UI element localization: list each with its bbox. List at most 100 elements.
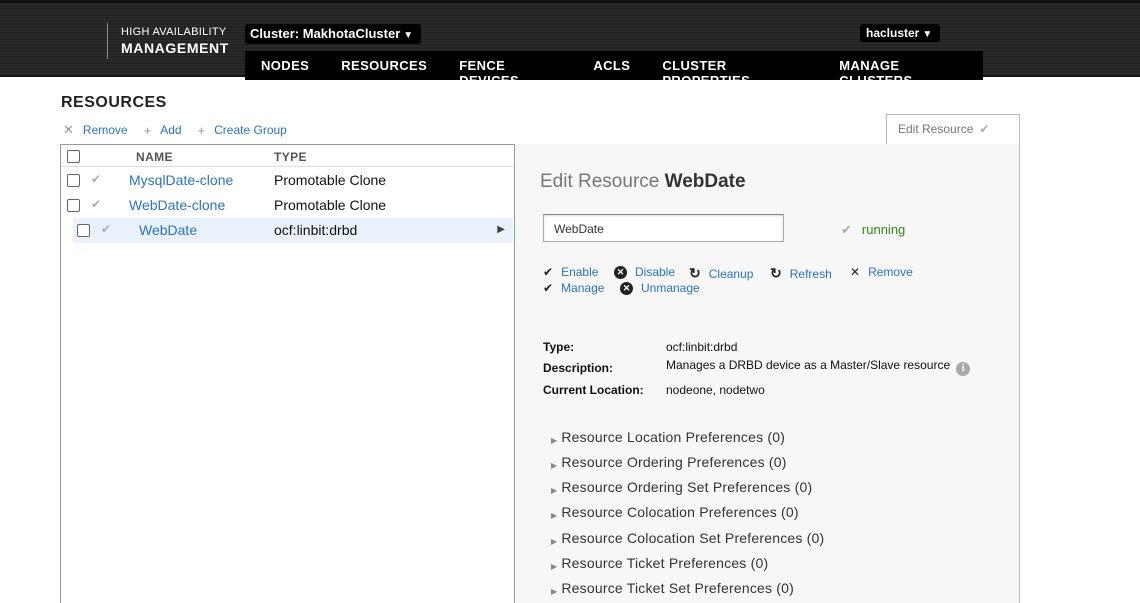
chevron-right-icon: ▶ [497,224,505,235]
resource-name[interactable]: WebDate [139,222,197,238]
plus-icon: + [197,122,206,138]
remove-button[interactable]: ✕ Remove [850,265,913,279]
expand-icon: ▶ [551,511,558,520]
check-icon: ✔ [979,122,990,136]
pref-label: Resource Colocation Set Preferences (0) [561,530,825,546]
expand-icon: ▶ [551,537,558,546]
location-label: Current Location: [543,383,644,397]
pref-label: Resource Ordering Set Preferences (0) [561,479,813,495]
main-nav: NODES RESOURCES FENCE DEVICES ACLS CLUST… [245,51,983,88]
edit-resource-tab-label: Edit Resource [898,122,974,136]
check-icon: ✔ [101,222,112,236]
manage-label: Manage [561,281,605,295]
table-row[interactable]: ✔ WebDate-clone Promotable Clone [61,193,514,218]
resource-type: ocf:linbit:drbd [274,222,358,238]
tab-resources[interactable]: RESOURCES [325,51,443,80]
close-icon: ✕ [63,122,74,137]
disable-button[interactable]: ✕ Disable [614,265,675,279]
manage-button[interactable]: ✔ Manage [543,281,604,295]
brand-line1: HIGH AVAILABILITY [121,26,227,38]
resource-name[interactable]: MysqlDate-clone [129,172,233,188]
create-group-button[interactable]: + Create Group [198,122,287,138]
pref-label: Resource Ticket Preferences (0) [561,555,769,571]
detail-title: Edit Resource WebDate [540,171,746,193]
enable-label: Enable [561,265,599,279]
user-menu[interactable]: hacluster ▼ [860,24,941,42]
cluster-selector[interactable]: Cluster: MakhotaCluster ▼ [245,24,422,44]
column-name: NAME [136,150,173,164]
brand-line2: MANAGEMENT [121,40,229,56]
check-icon: ✔ [543,281,554,295]
resource-name[interactable]: WebDate-clone [129,197,225,213]
type-value: ocf:linbit:drbd [666,340,738,354]
location-value: nodeone, nodetwo [666,383,765,397]
cleanup-icon: ↻ [689,265,701,281]
pref-ordering-set[interactable]: ▶ Resource Ordering Set Preferences (0) [551,479,812,495]
resource-list: NAME TYPE ✔ MysqlDate-clone Promotable C… [60,144,515,603]
column-type: TYPE [274,150,307,164]
type-label: Type: [543,340,575,354]
expand-icon: ▶ [551,587,558,596]
resource-type: Promotable Clone [274,172,387,188]
cleanup-button[interactable]: ↻ Cleanup [689,265,753,282]
edit-resource-tab[interactable]: Edit Resource ✔ [886,114,1020,145]
user-menu-label: hacluster [866,26,920,40]
pref-label: Resource Ticket Set Preferences (0) [561,580,795,596]
expand-icon: ▶ [551,436,558,445]
resource-name-field[interactable] [543,214,784,242]
unmanage-label: Unmanage [641,281,700,295]
table-row[interactable]: ✔ WebDate ocf:linbit:drbd ▶ [73,218,513,243]
detail-title-name: WebDate [664,171,746,192]
select-all-checkbox[interactable] [67,150,80,163]
tab-nodes[interactable]: NODES [245,51,325,80]
disable-label: Disable [635,265,676,279]
remove-resource-button[interactable]: ✕ Remove [63,122,128,138]
remove-label: Remove [868,265,913,279]
cluster-selector-label: Cluster: MakhotaCluster [250,26,401,41]
pref-ticket-set[interactable]: ▶ Resource Ticket Set Preferences (0) [551,580,794,596]
table-row[interactable]: ✔ MysqlDate-clone Promotable Clone [61,168,514,193]
remove-label: Remove [82,123,128,137]
close-icon: ✕ [850,265,861,279]
resource-status: ✔ running [841,222,905,238]
brand-logo: HIGH AVAILABILITY MANAGEMENT [107,23,229,59]
description-value: Manages a DRBD device as a Master/Slave … [666,358,951,372]
check-icon: ✔ [91,197,102,211]
pref-ticket[interactable]: ▶ Resource Ticket Preferences (0) [551,555,768,571]
tab-manage-clusters[interactable]: MANAGE CLUSTERS [823,51,983,88]
row-checkbox[interactable] [67,199,80,212]
resource-list-header: NAME TYPE [61,145,514,167]
pref-location[interactable]: ▶ Resource Location Preferences (0) [551,429,785,445]
resource-toolbar: ✕ Remove + Add + Create Group [63,122,303,138]
expand-icon: ▶ [551,562,558,571]
plus-icon: + [143,122,152,138]
description-value-wrap: Manages a DRBD device as a Master/Slave … [666,358,971,376]
chevron-down-icon: ▼ [403,30,414,41]
pref-colocation[interactable]: ▶ Resource Colocation Preferences (0) [551,504,799,520]
status-text: running [861,222,906,237]
tab-acls[interactable]: ACLS [577,51,646,80]
description-label: Description: [543,361,614,375]
info-icon[interactable]: i [956,362,971,376]
pref-colocation-set[interactable]: ▶ Resource Colocation Set Preferences (0) [551,530,824,546]
cleanup-label: Cleanup [708,266,754,281]
detail-title-prefix: Edit Resource [540,171,660,192]
resource-type: Promotable Clone [274,197,387,213]
resource-detail-panel: Edit Resource WebDate ✔ running ✔ Enable ✕… [515,144,1020,603]
add-resource-button[interactable]: + Add [144,122,182,138]
pref-label: Resource Ordering Preferences (0) [561,454,787,470]
disable-icon: ✕ [614,265,627,279]
unmanage-button[interactable]: ✕ Unmanage [620,281,700,295]
row-checkbox[interactable] [77,224,90,237]
check-icon: ✔ [91,172,102,186]
tab-cluster-properties[interactable]: CLUSTER PROPERTIES [646,51,823,88]
enable-button[interactable]: ✔ Enable [543,265,598,279]
check-icon: ✔ [841,222,852,237]
row-checkbox[interactable] [67,174,80,187]
refresh-button[interactable]: ↻ Refresh [770,265,832,282]
top-header: HIGH AVAILABILITY MANAGEMENT Cluster: Ma… [0,0,1140,88]
expand-icon: ▶ [551,461,558,470]
pref-label: Resource Colocation Preferences (0) [561,504,799,520]
tab-fence-devices[interactable]: FENCE DEVICES [443,51,577,88]
pref-ordering[interactable]: ▶ Resource Ordering Preferences (0) [551,454,787,470]
